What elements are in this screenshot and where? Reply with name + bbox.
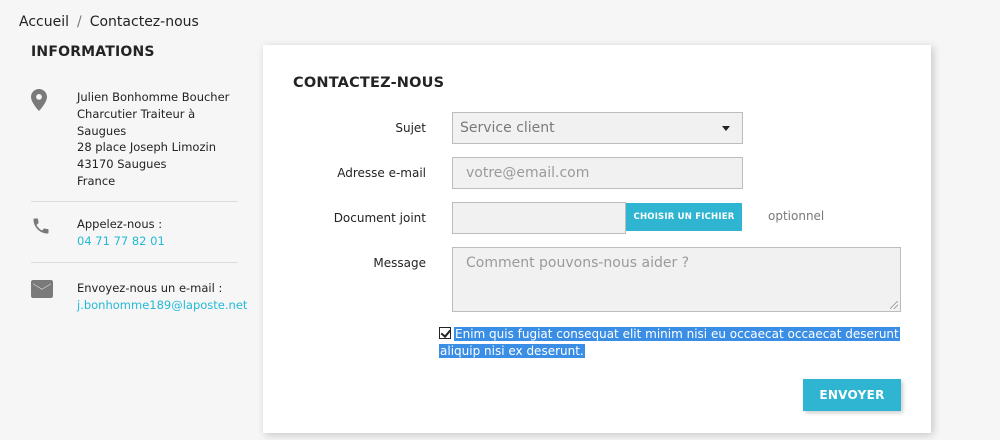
address-line: 43170 Saugues	[77, 157, 167, 172]
address-line: Charcutier Traiteur à	[77, 106, 196, 121]
optional-label: optionnel	[768, 209, 825, 223]
message-placeholder: Comment pouvons-nous aider ?	[466, 255, 690, 271]
message-textarea[interactable]: Comment pouvons-nous aider ?	[452, 247, 901, 312]
email-label: Envoyez-nous un e-mail :	[77, 281, 223, 295]
info-divider	[31, 262, 238, 263]
email-text: Envoyez-nous un e-mail : j.bonhomme189@l…	[77, 280, 247, 314]
consent-checkbox[interactable]	[439, 327, 451, 339]
subject-select[interactable]: Service client	[452, 112, 743, 144]
attachment-label: Document joint	[333, 211, 426, 225]
resize-handle-icon[interactable]	[890, 301, 898, 309]
subject-selected-value: Service client	[460, 120, 555, 136]
email-field-label: Adresse e-mail	[337, 166, 426, 180]
consent-text: Enim quis fugiat consequat elit minim ni…	[439, 327, 900, 358]
submit-button[interactable]: ENVOYER	[803, 379, 901, 411]
breadcrumb-separator: /	[77, 14, 82, 30]
breadcrumb-home-link[interactable]: Accueil	[19, 14, 69, 30]
address-text: Julien Bonhomme Boucher Charcutier Trait…	[77, 89, 229, 190]
choose-file-button[interactable]: CHOISIR UN FICHIER	[626, 203, 742, 231]
store-information: INFORMATIONS Julien Bonhomme Boucher Cha…	[31, 44, 247, 312]
phone-label: Appelez-nous :	[77, 217, 163, 231]
location-pin-icon	[31, 89, 77, 190]
message-label: Message	[373, 256, 426, 270]
address-line: Saugues	[77, 123, 127, 138]
consent-row: Enim quis fugiat consequat elit minim ni…	[439, 326, 901, 360]
info-title: INFORMATIONS	[31, 44, 155, 60]
mail-icon	[31, 280, 77, 314]
breadcrumb-current: Contactez-nous	[89, 14, 199, 30]
form-title: CONTACTEZ-NOUS	[293, 75, 445, 91]
email-link[interactable]: j.bonhomme189@laposte.net	[77, 298, 247, 312]
breadcrumb: Accueil / Contactez-nous	[19, 14, 199, 30]
subject-label: Sujet	[395, 121, 426, 135]
address-line: France	[77, 173, 116, 188]
phone-text: Appelez-nous : 04 71 77 82 01	[77, 216, 165, 250]
address-line: 28 place Joseph Limozin	[77, 140, 216, 155]
chevron-down-icon	[722, 126, 730, 131]
email-field[interactable]: votre@email.com	[452, 157, 743, 189]
attachment-filename-field[interactable]	[452, 202, 626, 234]
phone-block: Appelez-nous : 04 71 77 82 01	[31, 216, 165, 250]
email-placeholder: votre@email.com	[466, 165, 590, 181]
phone-icon	[31, 216, 77, 250]
info-divider	[31, 201, 238, 202]
address-line: Julien Bonhomme Boucher	[77, 90, 230, 104]
contact-form-card: CONTACTEZ-NOUS Sujet Service client Adre…	[263, 45, 931, 433]
phone-link[interactable]: 04 71 77 82 01	[77, 234, 165, 248]
address-block: Julien Bonhomme Boucher Charcutier Trait…	[31, 89, 229, 190]
email-block: Envoyez-nous un e-mail : j.bonhomme189@l…	[31, 280, 247, 314]
